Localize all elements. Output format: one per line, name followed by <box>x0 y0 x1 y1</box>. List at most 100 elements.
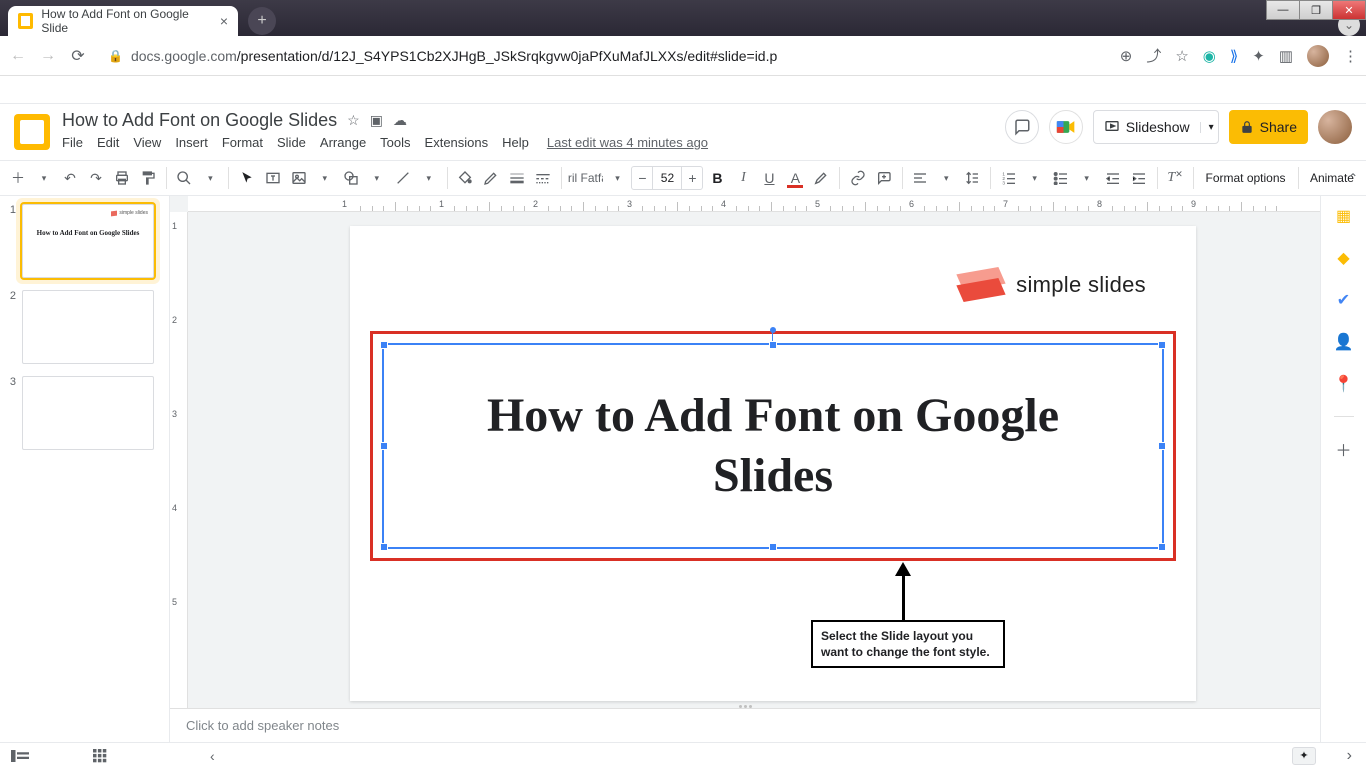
menu-arrange[interactable]: Arrange <box>320 135 366 150</box>
zoom-dropdown[interactable]: ▾ <box>198 165 222 191</box>
font-size-decrease[interactable]: − <box>632 170 652 186</box>
border-dash-button[interactable] <box>531 165 555 191</box>
insert-link-button[interactable] <box>846 165 870 191</box>
text-color-button[interactable]: A <box>783 165 807 191</box>
share-button[interactable]: Share <box>1229 110 1308 144</box>
url-field[interactable]: 🔒 docs.google.com/presentation/d/12J_S4Y… <box>98 42 1110 70</box>
align-button[interactable] <box>908 165 932 191</box>
selected-textbox[interactable]: How to Add Font on Google Slides <box>382 343 1164 549</box>
account-avatar[interactable] <box>1318 110 1352 144</box>
menu-extensions[interactable]: Extensions <box>425 135 489 150</box>
filmstrip-view-button[interactable] <box>10 748 30 764</box>
bulleted-list-button[interactable] <box>1049 165 1073 191</box>
move-to-folder-icon[interactable]: ▣ <box>370 112 383 129</box>
comments-button[interactable] <box>1005 110 1039 144</box>
tab-close-button[interactable]: × <box>220 13 228 29</box>
print-button[interactable] <box>110 165 134 191</box>
nav-forward-button[interactable]: → <box>38 47 58 65</box>
insert-comment-button[interactable] <box>872 165 896 191</box>
nav-back-button[interactable]: ← <box>8 47 28 65</box>
textbox-tool-button[interactable] <box>261 165 285 191</box>
numbered-list-button[interactable]: 123 <box>997 165 1021 191</box>
slide-thumbnail-3[interactable] <box>22 376 154 450</box>
menu-view[interactable]: View <box>133 135 161 150</box>
maps-icon[interactable]: 📍 <box>1334 374 1354 394</box>
menu-insert[interactable]: Insert <box>175 135 208 150</box>
star-outline-icon[interactable]: ☆ <box>347 112 360 129</box>
image-tool-button[interactable] <box>287 165 311 191</box>
highlight-color-button[interactable] <box>809 165 833 191</box>
sidepanel-collapse-icon[interactable]: › <box>1347 747 1352 765</box>
canvas-area[interactable]: 1123456789 12345 simple slides How <box>170 196 1320 742</box>
extensions-puzzle-icon[interactable]: ✦ <box>1252 47 1265 65</box>
browser-tab-active[interactable]: How to Add Font on Google Slide × <box>8 6 238 36</box>
nav-reload-button[interactable]: ⟳ <box>68 46 88 66</box>
shape-dropdown[interactable]: ▾ <box>365 165 389 191</box>
filmstrip-collapse-icon[interactable]: ‹ <box>210 748 215 764</box>
add-addon-icon[interactable]: ＋ <box>1334 439 1354 459</box>
font-family-dropdown[interactable]: ▾ <box>605 165 629 191</box>
shape-tool-button[interactable] <box>339 165 363 191</box>
notes-resize-handle[interactable] <box>725 705 765 711</box>
keep-icon[interactable]: ◆ <box>1334 248 1354 268</box>
contacts-icon[interactable]: 👤 <box>1334 332 1354 352</box>
numbered-list-dropdown[interactable]: ▾ <box>1023 165 1047 191</box>
menu-help[interactable]: Help <box>502 135 529 150</box>
border-color-button[interactable] <box>479 165 503 191</box>
slideshow-dropdown[interactable]: ▾ <box>1200 122 1214 133</box>
toolbar-collapse-icon[interactable]: ⌃ <box>1348 171 1358 185</box>
window-maximize-button[interactable]: ❐ <box>1299 0 1333 20</box>
undo-button[interactable]: ↶ <box>58 165 82 191</box>
bulleted-list-dropdown[interactable]: ▾ <box>1075 165 1099 191</box>
chrome-menu-icon[interactable]: ⋮ <box>1343 47 1358 65</box>
new-slide-button[interactable]: ＋ <box>6 165 30 191</box>
meet-button[interactable] <box>1049 110 1083 144</box>
document-title[interactable]: How to Add Font on Google Slides <box>62 110 337 131</box>
slide-title-text[interactable]: How to Add Font on Google Slides <box>384 345 1162 547</box>
new-tab-button[interactable]: + <box>248 7 276 35</box>
clear-formatting-button[interactable]: T✕ <box>1163 165 1187 191</box>
bold-button[interactable]: B <box>705 165 729 191</box>
explore-button[interactable]: ✦ <box>1292 747 1316 765</box>
underline-button[interactable]: U <box>757 165 781 191</box>
cloud-saved-icon[interactable]: ☁ <box>393 112 407 129</box>
line-tool-button[interactable] <box>391 165 415 191</box>
align-dropdown[interactable]: ▾ <box>934 165 958 191</box>
menu-slide[interactable]: Slide <box>277 135 306 150</box>
zoom-button[interactable] <box>172 165 196 191</box>
window-minimize-button[interactable]: — <box>1266 0 1300 20</box>
redo-button[interactable]: ↷ <box>84 165 108 191</box>
border-weight-button[interactable] <box>505 165 529 191</box>
font-size-value[interactable]: 52 <box>652 167 682 189</box>
calendar-icon[interactable]: ▦ <box>1334 206 1354 226</box>
font-family-select[interactable]: Abril Fatfa... <box>568 165 604 191</box>
slides-logo-icon[interactable] <box>14 114 50 150</box>
menu-edit[interactable]: Edit <box>97 135 119 150</box>
profile-avatar-icon[interactable] <box>1307 45 1329 67</box>
fill-color-button[interactable] <box>453 165 477 191</box>
slideshow-button[interactable]: Slideshow ▾ <box>1093 110 1219 144</box>
line-spacing-button[interactable] <box>960 165 984 191</box>
speaker-notes-area[interactable]: Click to add speaker notes <box>170 708 1320 742</box>
indent-decrease-button[interactable] <box>1101 165 1125 191</box>
rotation-handle[interactable] <box>770 327 776 333</box>
indent-increase-button[interactable] <box>1127 165 1151 191</box>
tasks-icon[interactable]: ✔ <box>1334 290 1354 310</box>
select-tool-button[interactable] <box>235 165 259 191</box>
side-panel-icon[interactable]: ▥ <box>1279 47 1293 65</box>
last-edit-link[interactable]: Last edit was 4 minutes ago <box>547 135 708 150</box>
new-slide-dropdown[interactable]: ▾ <box>32 165 56 191</box>
share-page-icon[interactable]: ⤴ <box>1146 45 1161 66</box>
cast-icon[interactable]: ⟫ <box>1230 47 1238 65</box>
zoom-icon[interactable]: ⊕ <box>1120 47 1133 65</box>
slide-thumbnail-2[interactable] <box>22 290 154 364</box>
slide-canvas[interactable]: simple slides How to Add Font on Google … <box>350 226 1196 701</box>
extension-grammarly-icon[interactable]: ◉ <box>1203 47 1216 65</box>
line-dropdown[interactable]: ▾ <box>417 165 441 191</box>
menu-file[interactable]: File <box>62 135 83 150</box>
bookmark-star-icon[interactable]: ☆ <box>1175 47 1188 65</box>
grid-view-button[interactable] <box>90 748 110 764</box>
menu-tools[interactable]: Tools <box>380 135 410 150</box>
font-size-increase[interactable]: + <box>682 170 702 186</box>
image-dropdown[interactable]: ▾ <box>313 165 337 191</box>
